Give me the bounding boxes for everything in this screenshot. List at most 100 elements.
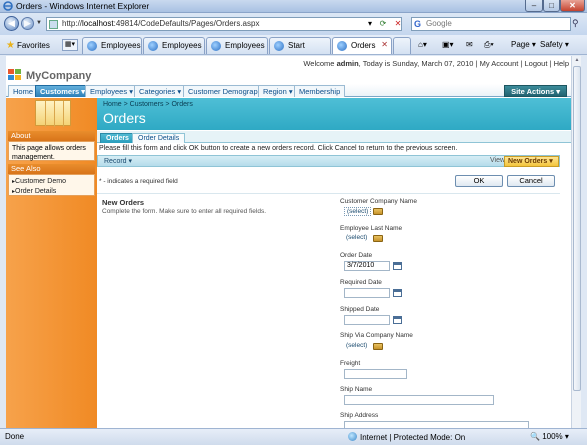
browser-tab-start[interactable]: Start xyxy=(269,37,331,54)
help-link[interactable]: Help xyxy=(554,59,569,68)
security-zone[interactable]: Internet | Protected Mode: On xyxy=(348,432,465,442)
see-also-order-details-link[interactable]: Order Details xyxy=(12,187,91,197)
site-menu: Home Customers ▾ Employees ▾ Categories … xyxy=(6,84,581,97)
shipped-date-label: Shipped Date xyxy=(340,306,380,313)
refresh-icon[interactable]: ⟳ xyxy=(377,17,389,30)
tab-page-icon xyxy=(148,41,158,51)
menu-categories[interactable]: Categories ▾ xyxy=(134,85,187,97)
search-input[interactable]: Google xyxy=(426,19,452,28)
menu-membership[interactable]: Membership xyxy=(294,85,346,97)
internet-explorer-icon xyxy=(3,1,13,11)
ok-button[interactable]: OK xyxy=(455,175,503,187)
browser-tab-employees-1[interactable]: Employees xyxy=(82,37,142,54)
lookup-icon[interactable] xyxy=(373,208,383,215)
required-date-input[interactable] xyxy=(344,288,390,298)
breadcrumb[interactable]: Home > Customers > Orders xyxy=(103,101,193,108)
recent-pages-dropdown-icon[interactable]: ▼ xyxy=(36,20,42,26)
required-date-label: Required Date xyxy=(340,279,382,286)
ship-address-label: Ship Address xyxy=(340,412,379,419)
calendar-icon[interactable] xyxy=(393,262,402,270)
page-title: Orders xyxy=(103,110,146,126)
view-selector[interactable]: New Orders ▾ xyxy=(504,156,559,167)
form-tabs: Orders Order Details xyxy=(97,131,581,143)
shipped-date-input[interactable] xyxy=(344,315,390,325)
menu-home[interactable]: Home xyxy=(8,85,39,97)
tab-orders[interactable]: Orders xyxy=(100,133,135,143)
window-title: Orders - Windows Internet Explorer xyxy=(16,1,150,11)
search-box[interactable]: G Google xyxy=(411,17,571,31)
freight-label: Freight xyxy=(340,360,361,367)
ship-address-input[interactable] xyxy=(344,421,529,428)
record-menu[interactable]: Record ▾ xyxy=(104,157,132,165)
scroll-up-icon[interactable]: ▲ xyxy=(573,57,581,65)
browser-tab-employees-3[interactable]: Employees xyxy=(206,37,268,54)
zoom-level[interactable]: 🔍 100% ▾ xyxy=(530,432,569,441)
calendar-icon[interactable] xyxy=(393,316,402,324)
safety-menu[interactable]: Safety ▾ xyxy=(540,40,569,49)
page-menu[interactable]: Page ▾ xyxy=(511,40,536,49)
cancel-button[interactable]: Cancel xyxy=(507,175,555,187)
lookup-icon[interactable] xyxy=(373,343,383,350)
site-actions-button[interactable]: Site Actions ▾ xyxy=(504,85,567,97)
back-button[interactable]: ◀ xyxy=(4,16,19,31)
my-account-link[interactable]: My Account xyxy=(480,59,519,68)
tab-page-icon xyxy=(337,41,347,51)
status-text: Done xyxy=(5,432,25,441)
about-text: This page allows orders management. xyxy=(12,145,86,161)
favorites-button[interactable]: ★ Favorites xyxy=(6,40,50,51)
stop-icon[interactable]: ✕ xyxy=(392,17,404,30)
about-box: This page allows orders management. xyxy=(8,141,95,161)
logout-link[interactable]: Logout xyxy=(524,59,547,68)
search-icon[interactable]: ⚲ xyxy=(572,18,579,29)
menu-customers[interactable]: Customers ▾ xyxy=(35,85,91,97)
calendar-icon[interactable] xyxy=(393,289,402,297)
menu-region[interactable]: Region ▾ xyxy=(258,85,298,97)
page-header: Home > Customers > Orders Orders xyxy=(97,98,581,130)
ship-name-label: Ship Name xyxy=(340,386,373,393)
browser-tab-orders[interactable]: Orders ✕ xyxy=(332,37,392,54)
see-also-box: Customer Demo Order Details xyxy=(8,174,95,196)
globe-icon xyxy=(348,432,357,441)
welcome-text: Welcome admin, Today is Sunday, March 07… xyxy=(303,59,569,68)
ship-name-input[interactable] xyxy=(344,395,494,405)
close-tab-icon[interactable]: ✕ xyxy=(381,40,388,49)
company-logo-icon xyxy=(8,69,22,81)
new-tab-button[interactable] xyxy=(393,37,411,54)
tab-page-icon xyxy=(274,41,284,51)
tab-order-details[interactable]: Order Details xyxy=(132,133,186,143)
star-icon: ★ xyxy=(6,40,15,51)
about-header: About xyxy=(8,131,95,141)
ship-via-company-name-select[interactable]: (select) xyxy=(344,342,369,351)
lookup-icon[interactable] xyxy=(373,235,383,242)
menu-employees[interactable]: Employees ▾ xyxy=(85,85,138,97)
browser-tab-employees-2[interactable]: Employees xyxy=(143,37,205,54)
web-page: MyCompany Welcome admin, Today is Sunday… xyxy=(6,56,581,428)
customer-company-name-select[interactable]: (select) xyxy=(344,207,372,216)
maximize-button[interactable]: □ xyxy=(543,0,560,12)
see-also-customer-demo-link[interactable]: Customer Demo xyxy=(12,177,91,187)
site-header: MyCompany Welcome admin, Today is Sunday… xyxy=(6,56,581,84)
tab-page-icon xyxy=(211,41,221,51)
section-title: New Orders xyxy=(102,198,145,207)
mail-icon[interactable]: ✉ xyxy=(466,40,473,49)
sidebar: About This page allows orders management… xyxy=(6,98,97,428)
ship-via-company-name-label: Ship Via Company Name xyxy=(340,332,413,339)
scrollbar-thumb[interactable] xyxy=(573,66,581,391)
freight-input[interactable] xyxy=(344,369,407,379)
status-bar: Done Internet | Protected Mode: On 🔍 100… xyxy=(0,428,587,445)
close-window-button[interactable]: ✕ xyxy=(560,0,585,12)
tab-toolbar: ★ Favorites ▦▾ Employees Employees Employ… xyxy=(0,35,587,55)
form-section: New Orders Complete the form. Make sure … xyxy=(97,193,560,428)
minimize-button[interactable]: – xyxy=(525,0,543,12)
order-date-input[interactable]: 3/7/2010 xyxy=(344,261,390,271)
quick-tabs-icon[interactable]: ▦▾ xyxy=(62,39,78,51)
feeds-icon[interactable]: ▣▾ xyxy=(442,40,454,49)
forward-button[interactable]: ▶ xyxy=(21,17,34,30)
action-bar: Record ▾ View: New Orders ▾ xyxy=(97,155,560,167)
address-bar[interactable]: http://localhost:49814/CodeDefaults/Page… xyxy=(46,17,402,31)
home-icon[interactable]: ⌂▾ xyxy=(418,40,427,49)
print-icon[interactable]: ⎙▾ xyxy=(484,40,494,50)
employee-last-name-select[interactable]: (select) xyxy=(344,234,369,243)
vertical-scrollbar[interactable]: ▲ xyxy=(571,56,581,428)
address-dropdown-icon[interactable]: ▾ xyxy=(364,17,376,30)
